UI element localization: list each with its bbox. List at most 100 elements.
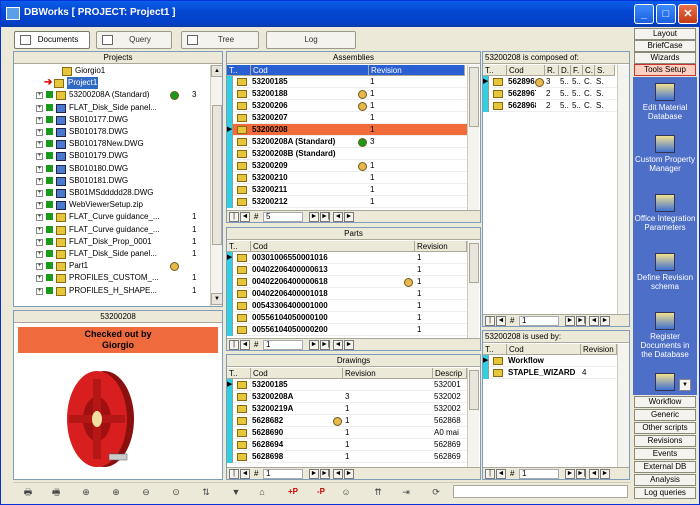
tree-item[interactable]: + FLAT_Disk_Side panel... 1 [14,248,210,260]
col-cod[interactable]: Cod [251,241,415,252]
scroll-left-icon[interactable]: ◄ [589,316,599,326]
prev-record-icon[interactable]: ◄ [496,316,506,326]
col-cod[interactable]: Cod [507,344,581,355]
expand-icon[interactable]: + [36,153,43,161]
table-row[interactable]: ▶ Workflow [483,355,617,367]
last-record-icon[interactable]: ►| [320,340,330,350]
scroll-thumb[interactable] [469,370,479,410]
check-in-icon[interactable]: ⇈ [371,485,385,499]
sidebar-briefcase-button[interactable]: BriefCase [634,40,696,52]
table-row[interactable]: 53200208A (Standard) 3 [227,136,467,148]
tab-tree[interactable]: Tree [181,31,259,49]
sort-icon[interactable]: ⇅ [199,485,213,499]
col-cod[interactable]: Cod [507,65,545,76]
define-revision-schema-link[interactable]: Define Revision schema [634,253,696,291]
tree-item[interactable]: + FLAT_Curve guidance_... 1 [14,224,210,236]
table-row[interactable]: 53200208B (Standard) [227,148,467,160]
tree-item[interactable]: + SB01MSddddd28.DWG [14,187,210,199]
record-counter[interactable]: 1 [263,469,303,479]
col-revision[interactable]: Revision [581,344,617,355]
home-icon[interactable]: ⌂ [255,485,269,499]
add-to-project-button[interactable]: +P [283,485,303,499]
zoom-window-icon[interactable]: ⊙ [169,485,183,499]
office-integration-link[interactable]: Office Integration Parameters [634,194,696,232]
table-row[interactable]: 53200208A 3 532002 [227,391,467,403]
drawings-scrollbar[interactable] [467,368,479,467]
tree-item[interactable]: + SB010180.DWG [14,163,210,175]
scroll-down-icon[interactable]: ▼ [211,293,222,305]
expand-icon[interactable]: + [36,165,43,173]
parts-scrollbar[interactable] [467,241,479,338]
sidebar-log-queries-button[interactable]: Log queries [634,487,696,499]
table-row[interactable]: 00402206400000618 1 [227,276,467,288]
expand-icon[interactable]: + [36,287,43,295]
zoom-fit-icon[interactable]: ⊕ [79,485,93,499]
table-row[interactable]: 5628682 1 562868 [227,415,467,427]
sidebar-workflow-button[interactable]: Workflow [634,396,696,408]
minimize-button[interactable]: _ [634,4,654,24]
first-record-icon[interactable]: |◄ [485,469,495,479]
expand-icon[interactable]: + [36,104,43,112]
record-counter[interactable]: 1 [263,340,303,350]
tab-documents[interactable]: Documents [14,31,90,49]
sidebar-revisions-button[interactable]: Revisions [634,435,696,447]
scroll-thumb[interactable] [469,243,479,283]
table-row[interactable]: 53200206 1 [227,100,467,112]
user-icon[interactable]: ☺ [339,485,353,499]
table-row[interactable]: STAPLE_WIZARD 4 [483,367,617,379]
scroll-left-icon[interactable]: ◄ [333,212,343,222]
col-s[interactable]: S. [595,65,615,76]
expand-icon[interactable]: + [36,226,43,234]
tree-item[interactable]: Giorgio1 [14,65,210,77]
col-type[interactable]: T.. [227,368,251,379]
scroll-right-icon[interactable]: ► [344,340,354,350]
tab-query[interactable]: Query [96,31,172,49]
first-record-icon[interactable]: |◄ [229,340,239,350]
table-row[interactable]: 562896825..5..C.S. [483,100,617,112]
table-row[interactable]: 562896725..5..C.S. [483,88,617,100]
prev-record-icon[interactable]: ◄ [240,469,250,479]
next-record-icon[interactable]: ► [565,469,575,479]
table-row[interactable]: 53200185 1 [227,76,467,88]
tree-item[interactable]: + SB010178.DWG [14,126,210,138]
table-row[interactable]: 00556104050000100 1 [227,312,467,324]
first-record-icon[interactable]: |◄ [229,212,239,222]
last-record-icon[interactable]: ►| [576,469,586,479]
expand-icon[interactable]: + [36,238,43,246]
col-revision[interactable]: Revision [415,241,467,252]
scroll-right-icon[interactable]: ► [344,212,354,222]
last-record-icon[interactable]: ►| [320,469,330,479]
col-r[interactable]: R. [545,65,559,76]
filter-icon[interactable]: ▼ [229,485,243,499]
expand-icon[interactable]: + [36,214,43,222]
tree-item[interactable]: + FLAT_Curve guidance_... 1 [14,211,210,223]
tree-item[interactable]: + WebViewerSetup.zip [14,199,210,211]
close-button[interactable]: ✕ [678,4,698,24]
table-row[interactable]: 00543306400001000 1 [227,300,467,312]
sidebar-analysis-button[interactable]: Analysis [634,474,696,486]
table-row[interactable]: 53200212 1 [227,196,467,208]
expand-icon[interactable]: + [36,251,43,258]
composed-scrollbar[interactable] [617,65,629,314]
col-description[interactable]: Descrip [433,368,467,379]
table-row[interactable]: ▶ 53200185 532001 [227,379,467,391]
forward-icon[interactable]: ⇥ [399,485,413,499]
tree-item[interactable]: + FLAT_Disk_Prop_0001 1 [14,236,210,248]
scroll-right-icon[interactable]: ► [600,469,610,479]
expand-icon[interactable]: + [36,129,43,136]
table-row[interactable]: 00556104050000200 1 [227,324,467,336]
expand-icon[interactable]: + [36,263,43,271]
print-icon[interactable]: 🖶 [21,485,35,499]
scroll-thumb[interactable] [212,105,222,245]
next-record-icon[interactable]: ► [309,469,319,479]
zoom-out-icon[interactable]: ⊖ [139,485,153,499]
table-row[interactable]: 53200188 1 [227,88,467,100]
next-record-icon[interactable]: ► [565,316,575,326]
col-type[interactable]: T.. [227,65,251,76]
maximize-button[interactable]: □ [656,4,676,24]
next-record-icon[interactable]: ► [309,212,319,222]
scroll-right-icon[interactable]: ► [344,469,354,479]
scheduler-icon[interactable] [655,373,675,391]
sidebar-events-button[interactable]: Events [634,448,696,460]
table-row[interactable]: ▶ 53200208 1 [227,124,467,136]
